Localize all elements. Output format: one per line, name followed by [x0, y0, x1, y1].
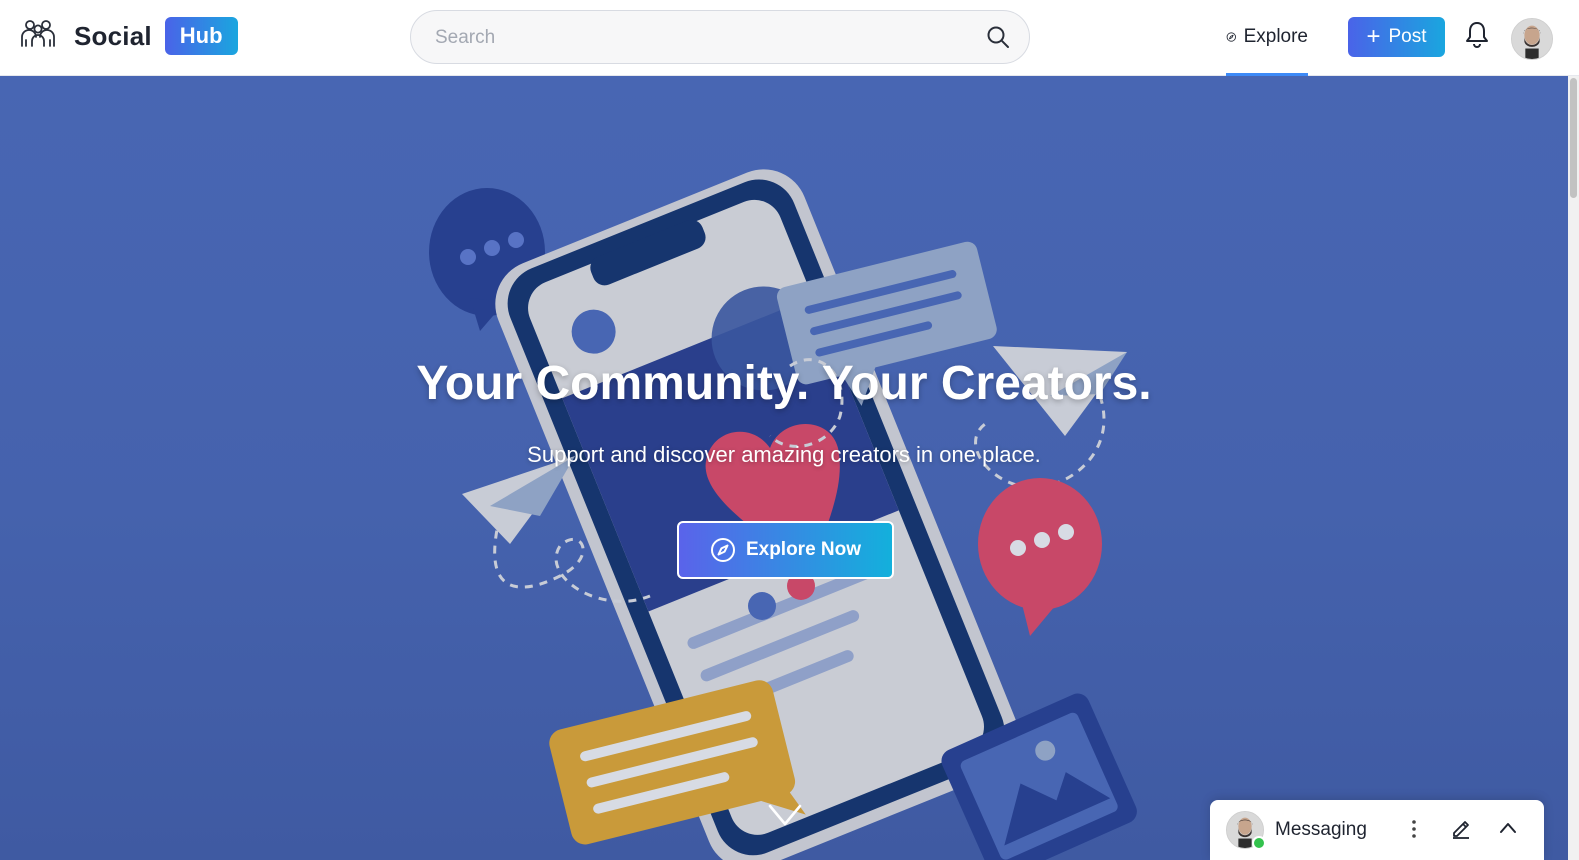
- nav-explore-tab[interactable]: Explore: [1226, 0, 1308, 76]
- post-button[interactable]: + Post: [1348, 17, 1445, 57]
- user-avatar[interactable]: [1511, 18, 1553, 60]
- explore-now-button[interactable]: Explore Now: [677, 521, 894, 579]
- paper-plane-illustration: [462, 456, 575, 544]
- online-status-indicator: [1252, 836, 1266, 850]
- search-bar: [410, 10, 1030, 65]
- search-input[interactable]: [433, 11, 977, 65]
- community-icon: [21, 20, 55, 47]
- scrollbar-thumb[interactable]: [1570, 78, 1577, 198]
- avatar[interactable]: [1226, 811, 1266, 850]
- brand-name: Social: [74, 20, 152, 51]
- search-icon[interactable]: [985, 24, 1011, 50]
- post-button-label: Post: [1388, 26, 1427, 47]
- nav-explore-label: Explore: [1243, 25, 1308, 47]
- avatar-image: [1512, 19, 1552, 59]
- chat-bubble-illustration: [978, 478, 1102, 636]
- explore-now-label: Explore Now: [745, 539, 862, 560]
- brand-logo[interactable]: Social Hub: [18, 16, 238, 56]
- messaging-title: Messaging: [1275, 819, 1367, 840]
- top-navigation-bar: Social Hub Explore + Post: [0, 0, 1579, 76]
- bell-icon[interactable]: [1464, 20, 1490, 50]
- hero-title: Your Community. Your Creators.: [416, 357, 1152, 410]
- hero-illustration: [429, 169, 1137, 860]
- compass-icon: [710, 538, 735, 562]
- chevron-up-icon[interactable]: [1498, 820, 1518, 836]
- plus-icon: +: [1366, 23, 1381, 50]
- chevron-down-icon[interactable]: [767, 802, 803, 828]
- compose-icon[interactable]: [1450, 817, 1472, 839]
- hero-banner: Your Community. Your Creators. Support a…: [0, 76, 1568, 860]
- more-vertical-icon[interactable]: [1408, 818, 1420, 840]
- brand-badge: Hub: [164, 17, 238, 55]
- compass-icon: [1226, 31, 1236, 42]
- messaging-dock[interactable]: Messaging: [1210, 800, 1544, 860]
- hero-subtitle: Support and discover amazing creators in…: [527, 442, 1041, 467]
- page-scrollbar[interactable]: [1568, 76, 1579, 860]
